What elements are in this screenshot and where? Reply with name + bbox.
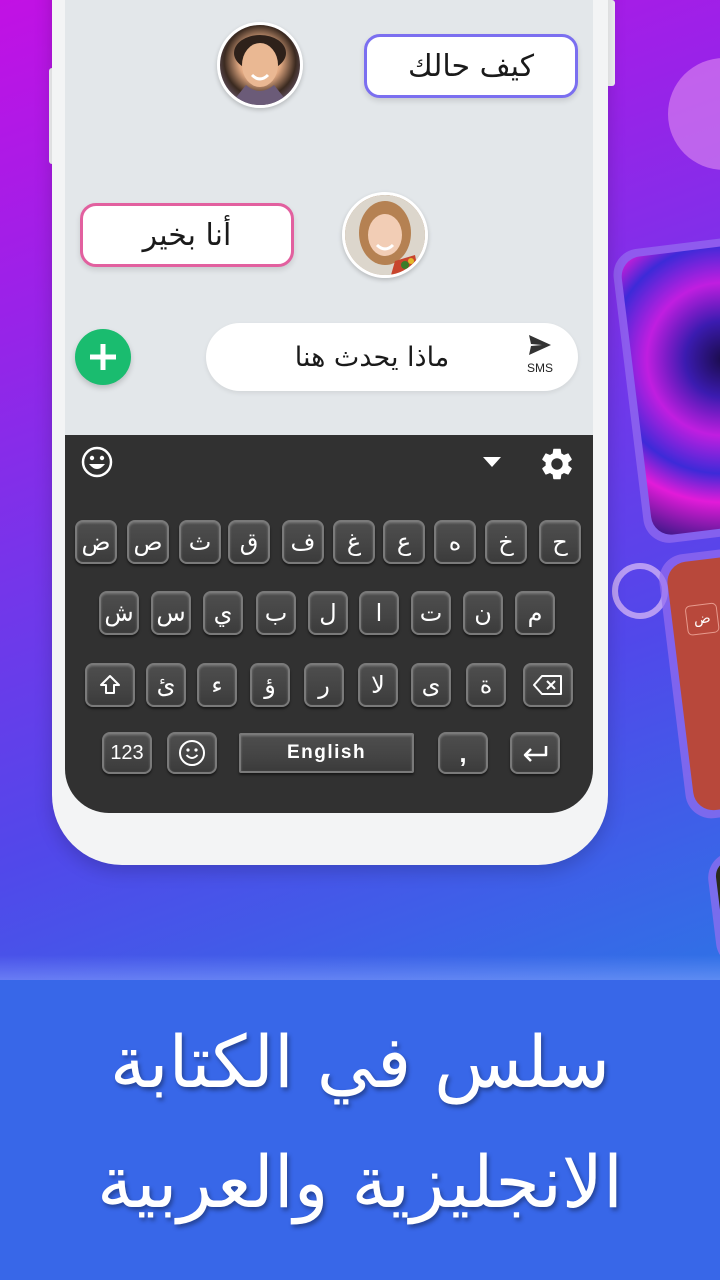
key-ghain[interactable]: غ	[333, 520, 375, 564]
keyboard-toolbar	[65, 435, 593, 495]
phone-screen: كيف حالك أنا بخير ماذا يحدث هنا SMS ض ص …	[65, 0, 593, 813]
plus-icon	[90, 344, 116, 370]
send-sms-button[interactable]: SMS	[520, 333, 560, 381]
send-label: SMS	[526, 361, 553, 375]
keyboard: ض ص ث ق ف غ ع ه خ ح ش س ي ب ل ا ت ن م ئ …	[65, 435, 593, 813]
message-input-text: ماذا يحدث هنا	[294, 341, 450, 373]
key-meem[interactable]: م	[515, 591, 555, 635]
numbers-key[interactable]: 123	[102, 732, 152, 774]
key-yeh-hamza[interactable]: ئ	[146, 663, 186, 707]
incoming-message-text: كيف حالك	[407, 48, 535, 84]
key-ain[interactable]: ع	[383, 520, 425, 564]
preview-key: ض	[684, 602, 720, 636]
emoji-key[interactable]	[167, 732, 217, 774]
smiley-icon	[179, 740, 205, 766]
key-sad[interactable]: ص	[127, 520, 169, 564]
key-khah[interactable]: خ	[485, 520, 527, 564]
incoming-message-bubble: كيف حالك	[364, 34, 578, 98]
outgoing-message-bubble: أنا بخير	[80, 203, 294, 267]
backspace-key[interactable]	[523, 663, 573, 707]
shift-icon	[100, 675, 120, 694]
key-lam[interactable]: ل	[308, 591, 348, 635]
backspace-icon	[533, 675, 562, 695]
message-input[interactable]: ماذا يحدث هنا SMS	[206, 323, 578, 391]
female-avatar	[342, 192, 428, 278]
key-lam-alef[interactable]: لا	[358, 663, 398, 707]
key-alef[interactable]: ا	[359, 591, 399, 635]
key-alef-maksura[interactable]: ى	[411, 663, 451, 707]
phone-side-button-right	[607, 0, 615, 86]
gear-icon[interactable]	[538, 445, 576, 483]
enter-key[interactable]	[510, 732, 560, 774]
key-sheen[interactable]: ش	[99, 591, 139, 635]
key-dad[interactable]: ض	[75, 520, 117, 564]
add-attachment-button[interactable]	[75, 329, 131, 385]
key-teh[interactable]: ت	[411, 591, 451, 635]
key-seen[interactable]: س	[151, 591, 191, 635]
male-avatar	[217, 22, 303, 108]
send-icon	[529, 335, 551, 355]
headline-line-2: الانجليزية والعربية	[97, 1140, 623, 1224]
chevron-down-icon[interactable]	[483, 457, 501, 467]
comma-key[interactable]: ,	[438, 732, 488, 774]
space-key-english[interactable]: English	[239, 733, 414, 773]
enter-icon	[523, 746, 548, 762]
key-theh[interactable]: ث	[179, 520, 221, 564]
key-yeh[interactable]: ي	[203, 591, 243, 635]
key-reh[interactable]: ر	[304, 663, 344, 707]
key-hah[interactable]: ح	[539, 520, 581, 564]
emoji-icon[interactable]	[81, 446, 113, 478]
headline-line-1: سلس في الكتابة	[109, 1020, 611, 1104]
outgoing-message-text: أنا بخير	[142, 217, 232, 253]
key-beh[interactable]: ب	[256, 591, 296, 635]
key-heh[interactable]: ه	[434, 520, 476, 564]
key-waw-hamza[interactable]: ؤ	[250, 663, 290, 707]
key-hamza[interactable]: ء	[197, 663, 237, 707]
key-qaf[interactable]: ق	[228, 520, 270, 564]
key-feh[interactable]: ف	[282, 520, 324, 564]
shift-key[interactable]	[85, 663, 135, 707]
key-noon[interactable]: ن	[463, 591, 503, 635]
key-teh-marbuta[interactable]: ة	[466, 663, 506, 707]
banner-glow	[0, 955, 720, 983]
